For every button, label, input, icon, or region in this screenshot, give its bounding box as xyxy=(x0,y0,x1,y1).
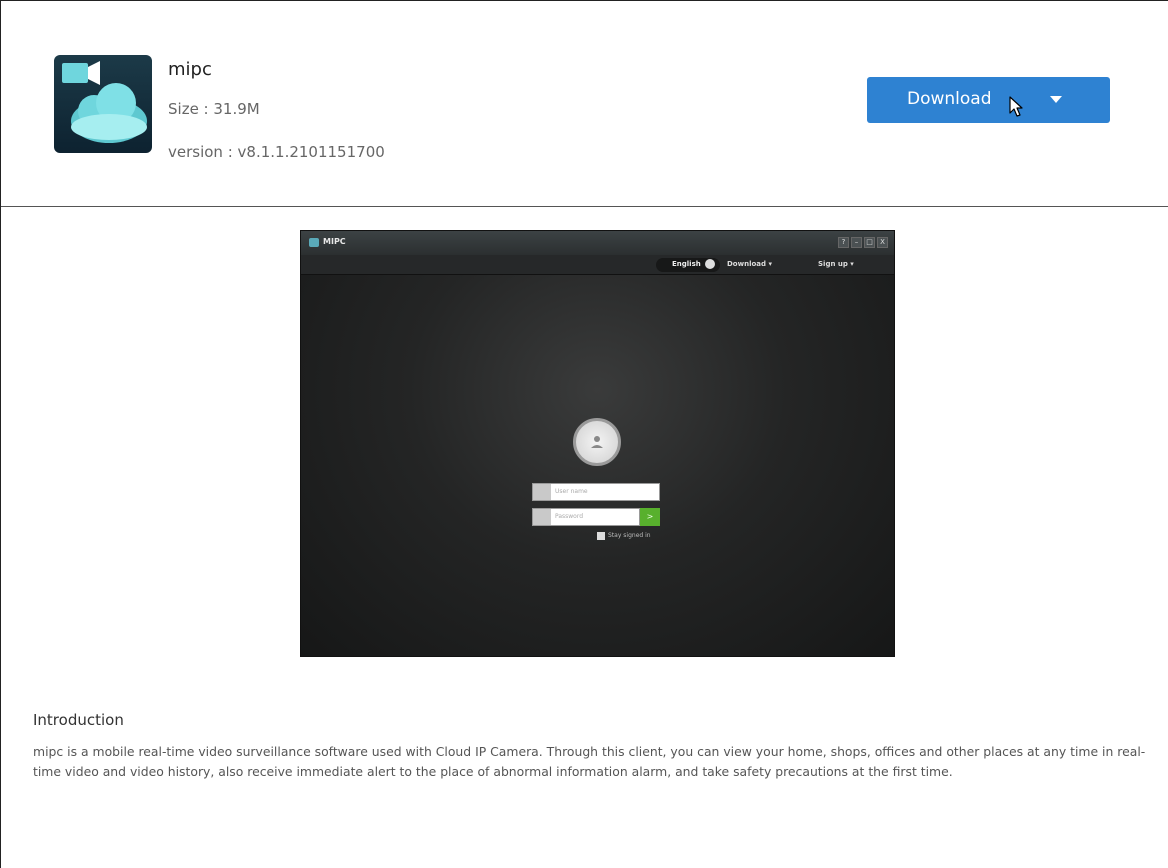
user-icon xyxy=(533,484,551,500)
caret-down-icon[interactable] xyxy=(1050,96,1062,103)
preview-window-buttons: ? – □ X xyxy=(838,237,888,248)
preview-password-field: Password xyxy=(532,508,640,526)
close-icon: X xyxy=(877,237,888,248)
download-button-label: Download xyxy=(907,89,992,109)
preview-menubar xyxy=(301,255,894,275)
mipc-logo-icon xyxy=(309,238,319,247)
preview-stay-signed-label: Stay signed in xyxy=(608,532,651,539)
app-version: version : v8.1.1.2101151700 xyxy=(168,143,385,161)
preview-signup-menu: Sign up ▾ xyxy=(818,260,854,268)
help-icon: ? xyxy=(838,237,849,248)
preview-window-title: MIPC xyxy=(323,237,346,246)
app-size: Size : 31.9M xyxy=(168,100,260,118)
minimize-icon: – xyxy=(851,237,862,248)
mouse-cursor-icon xyxy=(1009,96,1023,117)
app-name: mipc xyxy=(168,59,212,80)
key-icon xyxy=(533,509,551,525)
app-download-page: mipc Size : 31.9M version : v8.1.1.21011… xyxy=(0,0,1168,868)
preview-login-area: User name Password > Stay signed in xyxy=(301,275,894,656)
user-avatar-icon xyxy=(573,418,621,466)
introduction-title: Introduction xyxy=(33,711,124,729)
user-icon xyxy=(591,436,603,448)
mipc-app-icon xyxy=(54,55,152,153)
preview-download-menu: Download ▾ xyxy=(727,260,772,268)
chevron-down-icon xyxy=(705,259,715,269)
maximize-icon: □ xyxy=(864,237,875,248)
username-placeholder: User name xyxy=(555,488,588,495)
preview-language: English xyxy=(672,260,701,268)
preview-username-field: User name xyxy=(532,483,660,501)
download-button[interactable]: Download xyxy=(867,77,1110,123)
preview-login-button: > xyxy=(640,508,660,526)
password-placeholder: Password xyxy=(555,513,584,520)
preview-titlebar: MIPC ? – □ X xyxy=(301,231,894,255)
app-header: mipc Size : 31.9M version : v8.1.1.21011… xyxy=(1,1,1168,207)
introduction-text: mipc is a mobile real-time video surveil… xyxy=(33,744,1146,779)
cloud-camera-icon xyxy=(62,61,147,143)
app-preview-screenshot: MIPC ? – □ X English Download ▾ Sign up … xyxy=(300,230,895,657)
preview-stay-signed-checkbox xyxy=(597,532,605,540)
